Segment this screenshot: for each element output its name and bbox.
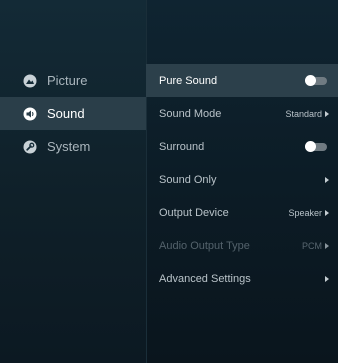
sound-icon xyxy=(23,107,37,121)
sidebar-item-label: Picture xyxy=(47,73,88,88)
menu-item-label: Pure Sound xyxy=(159,74,218,87)
sidebar-item-label: System xyxy=(47,139,91,154)
menu-item-label: Surround xyxy=(159,140,205,153)
menu-item-label: Output Device xyxy=(159,206,229,219)
sound-mode-value: Standard xyxy=(285,108,322,119)
toggle-knob xyxy=(305,74,316,86)
surround-toggle[interactable] xyxy=(305,140,327,152)
chevron-right-icon xyxy=(325,209,329,216)
audio-output-type-value: PCM xyxy=(302,240,322,251)
menu-item-audio-output-type: Audio Output Type PCM xyxy=(146,229,338,262)
menu-item-pure-sound[interactable]: Pure Sound xyxy=(146,64,338,97)
sound-settings-menu: Pure Sound Sound Mode Standard Surround … xyxy=(146,64,338,295)
menu-item-label: Sound Only xyxy=(159,173,217,186)
menu-item-value: Standard xyxy=(285,109,329,119)
chevron-right-icon xyxy=(325,176,329,183)
menu-item-label: Audio Output Type xyxy=(159,239,250,252)
chevron-right-icon xyxy=(325,242,329,249)
picture-icon xyxy=(23,74,37,88)
menu-item-sound-mode[interactable]: Sound Mode Standard xyxy=(146,97,338,130)
menu-item-sound-only[interactable]: Sound Only xyxy=(146,163,338,196)
menu-item-label: Sound Mode xyxy=(159,107,222,120)
output-device-value: Speaker xyxy=(288,207,322,218)
sidebar-item-system[interactable]: System xyxy=(0,130,146,163)
sidebar-nav: Picture Sound System xyxy=(0,64,146,163)
sidebar-item-sound[interactable]: Sound xyxy=(0,97,146,130)
sidebar-item-label: Sound xyxy=(47,106,85,121)
menu-item-label: Advanced Settings xyxy=(159,272,251,285)
pure-sound-toggle[interactable] xyxy=(305,74,327,86)
chevron-right-icon xyxy=(325,275,329,282)
sidebar-item-picture[interactable]: Picture xyxy=(0,64,146,97)
settings-screen: Picture Sound System Pure Sound Sound Mo… xyxy=(0,0,338,363)
toggle-knob xyxy=(305,140,316,152)
menu-item-surround[interactable]: Surround xyxy=(146,130,338,163)
menu-item-output-device[interactable]: Output Device Speaker xyxy=(146,196,338,229)
menu-item-value xyxy=(322,176,329,183)
menu-item-value: PCM xyxy=(302,241,329,251)
menu-item-value: Speaker xyxy=(288,208,329,218)
system-icon xyxy=(23,140,37,154)
menu-item-advanced-settings[interactable]: Advanced Settings xyxy=(146,262,338,295)
settings-sidebar: Picture Sound System xyxy=(0,0,146,363)
chevron-right-icon xyxy=(325,110,329,117)
menu-item-value xyxy=(322,275,329,282)
